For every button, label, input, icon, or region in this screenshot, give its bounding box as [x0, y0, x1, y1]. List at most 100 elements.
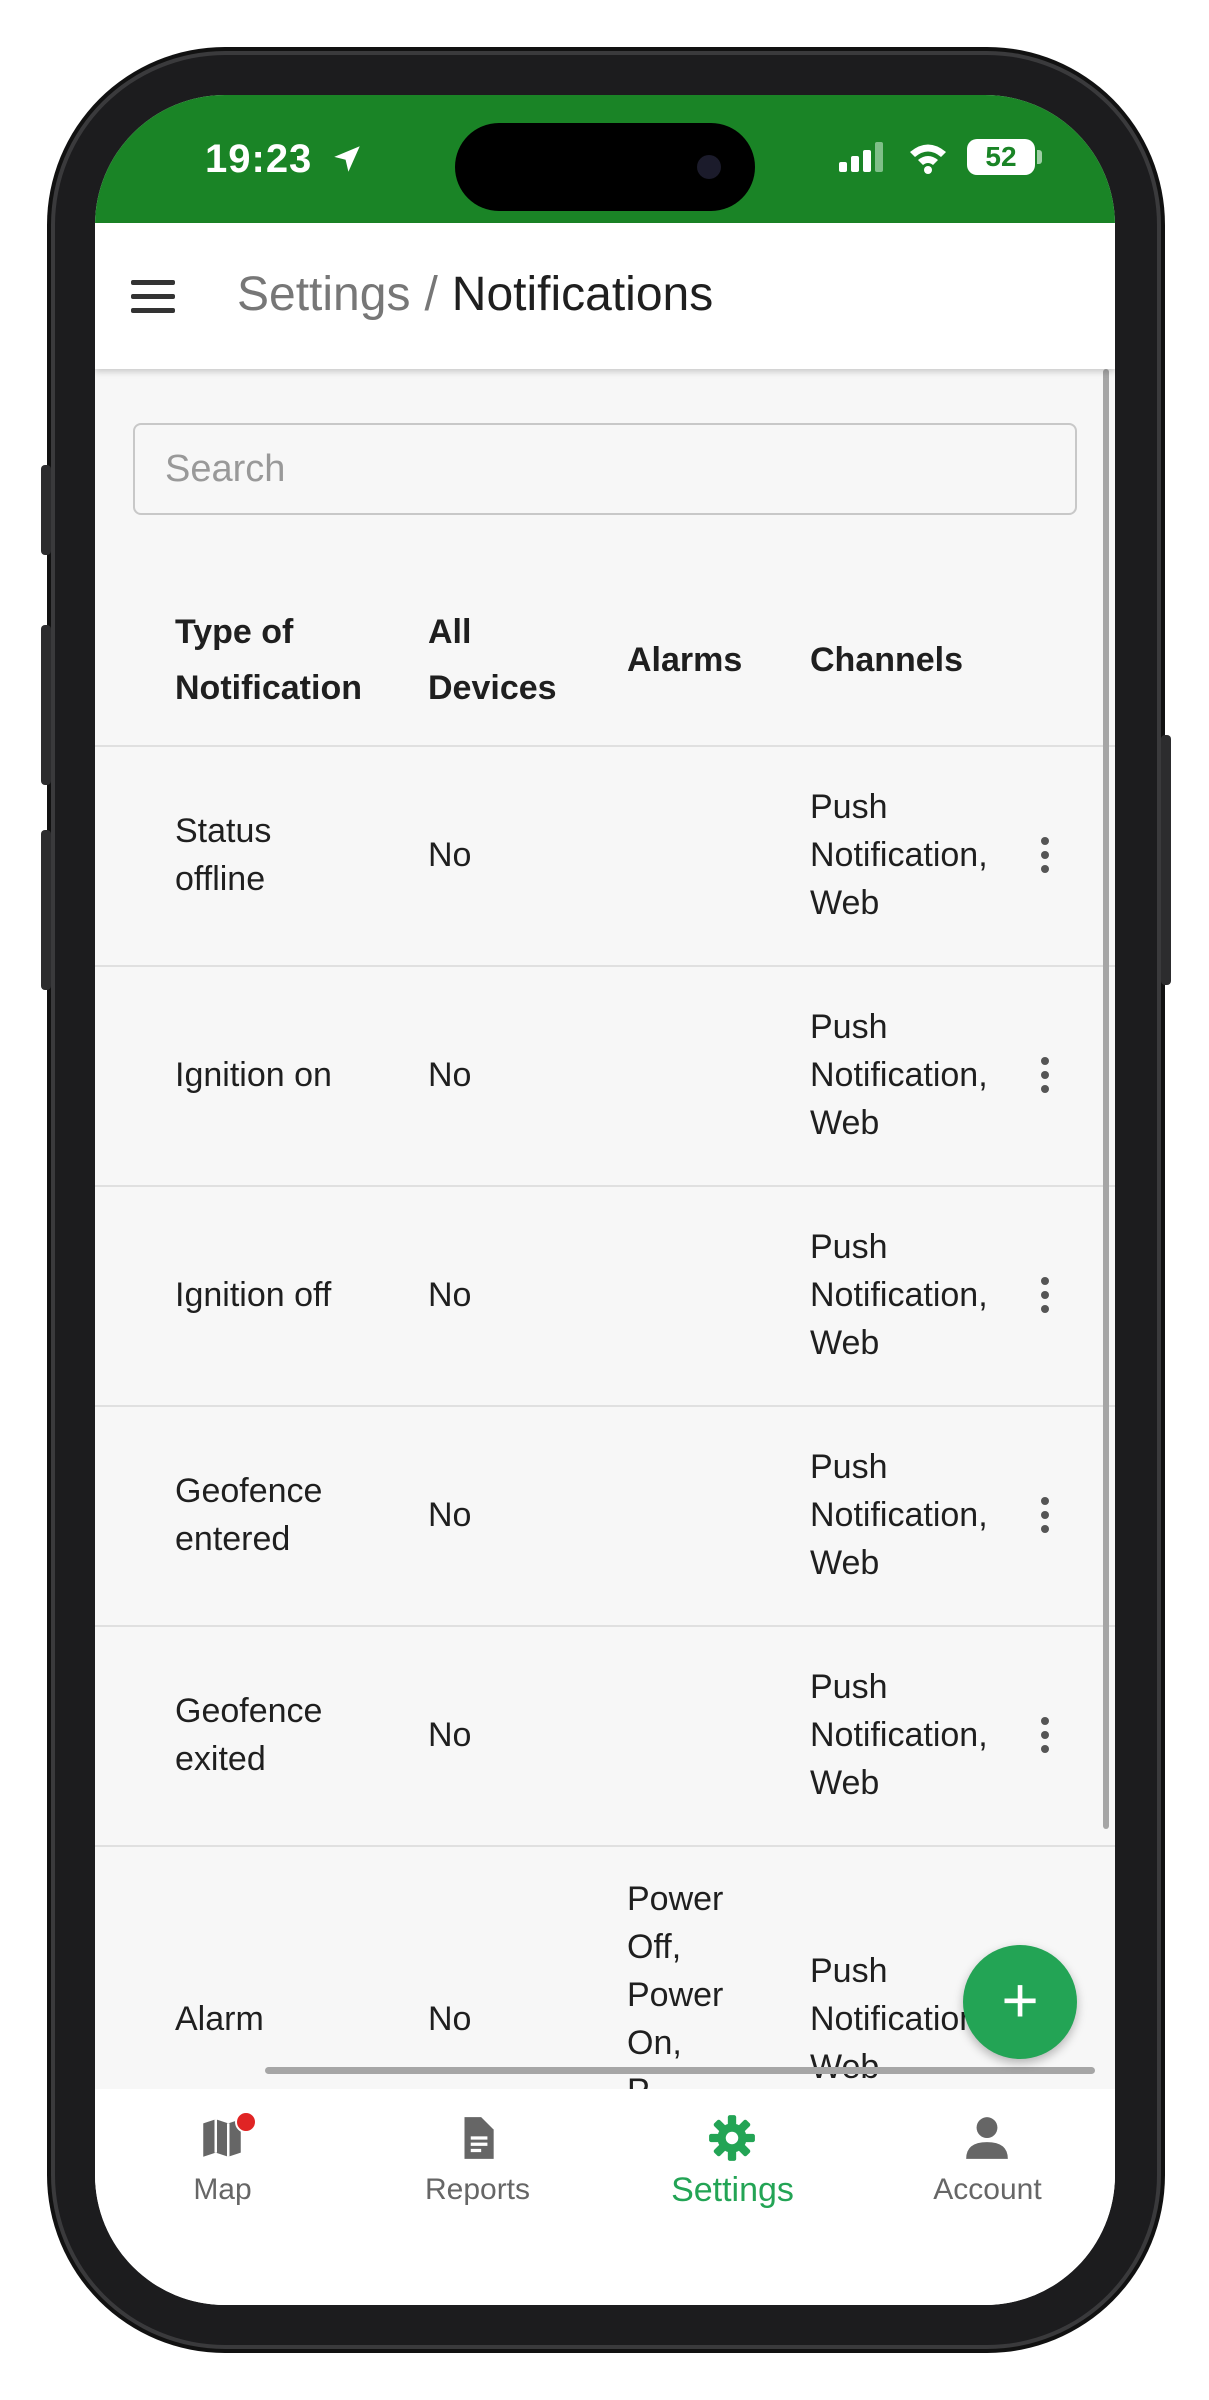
home-indicator-area: [95, 2223, 1115, 2305]
notifications-content: Type of Notification All Devices Alarms …: [95, 369, 1115, 2089]
nav-label-reports: Reports: [424, 2173, 531, 2206]
cell-channels-line: Web: [810, 1544, 880, 1582]
cell-type-line: entered: [175, 1520, 291, 1558]
status-time: 19:23: [205, 137, 364, 182]
table-header: Type of Notification All Devices Alarms …: [95, 575, 1115, 747]
cell-alarms: Power Off, Power On, P...: [627, 1875, 723, 2089]
cell-type-line: Status: [175, 812, 272, 850]
more-options-icon[interactable]: [1025, 1265, 1065, 1325]
nav-item-account[interactable]: Account: [860, 2089, 1115, 2223]
cell-channels-line: Web: [810, 1104, 880, 1142]
table-row[interactable]: Geofence exited No Push Notification, We…: [95, 1625, 1115, 1847]
cell-type-line: offline: [175, 860, 266, 898]
add-notification-button[interactable]: +: [963, 1945, 1077, 2059]
cell-channels: Push Notification, Web: [810, 783, 988, 927]
column-header-alarms[interactable]: Alarms: [627, 632, 742, 688]
nav-item-reports[interactable]: Reports: [350, 2089, 605, 2223]
breadcrumb-separator: /: [424, 268, 438, 321]
screen: 19:23 52 Settings / Notifications Search…: [95, 95, 1115, 2305]
side-button-right: [1161, 735, 1171, 985]
cell-all-devices: No: [428, 1496, 472, 1534]
document-icon: [464, 2117, 494, 2159]
table-row[interactable]: Status offline No Push Notification, Web: [95, 745, 1115, 967]
nav-label-account: Account: [933, 2173, 1042, 2206]
location-arrow-icon: [334, 146, 361, 172]
cell-channels-line: Push: [810, 1228, 888, 1266]
cell-channels-line: Notification,: [810, 1276, 988, 1314]
side-button-left-2: [41, 625, 51, 785]
cell-type-line: Ignition off: [175, 1276, 332, 1314]
cell-channels-line: Push: [810, 1952, 888, 1990]
cell-all-devices: No: [428, 2000, 472, 2038]
cell-alarms-line: Power: [627, 1880, 724, 1918]
cell-channels-line: Notification,: [810, 2000, 988, 2038]
app-bar: Settings / Notifications: [95, 223, 1115, 369]
more-options-icon[interactable]: [1025, 1485, 1065, 1545]
nav-item-map[interactable]: Map: [95, 2089, 350, 2223]
table-row[interactable]: Ignition on No Push Notification, Web: [95, 965, 1115, 1187]
person-icon: [966, 2117, 1008, 2159]
cell-type: Ignition on: [175, 1051, 332, 1099]
column-header-type[interactable]: Type of Notification: [175, 604, 362, 716]
column-header-all-devices[interactable]: All Devices: [428, 604, 557, 716]
cell-type: Geofence entered: [175, 1467, 322, 1563]
gear-icon: [709, 2115, 755, 2161]
more-options-icon[interactable]: [1025, 1045, 1065, 1105]
cell-alarms-line: Power: [627, 1976, 724, 2014]
battery-indicator: 52: [967, 139, 1042, 175]
cell-type-line: Geofence: [175, 1692, 323, 1730]
cell-type: Status offline: [175, 807, 271, 903]
column-header-channels[interactable]: Channels: [810, 632, 963, 688]
table-row[interactable]: Alarm No Power Off, Power On, P... Push …: [95, 1845, 1115, 2089]
cell-channels-line: Web: [810, 2043, 988, 2089]
table-row[interactable]: Ignition off No Push Notification, Web: [95, 1185, 1115, 1407]
cell-channels-line: Web: [810, 1764, 880, 1802]
page-title: Notifications: [451, 268, 714, 321]
hamburger-menu-icon[interactable]: [125, 261, 195, 331]
cell-all-devices: No: [428, 1276, 472, 1314]
vertical-scrollbar[interactable]: [1103, 369, 1109, 1829]
column-header-type-line2: Notification: [175, 669, 362, 707]
dynamic-island: [455, 123, 755, 211]
nav-label-settings: Settings: [671, 2171, 794, 2209]
breadcrumb-settings-link[interactable]: Settings: [237, 268, 410, 321]
cell-channels-line: Notification,: [810, 836, 988, 874]
horizontal-scrollbar[interactable]: [265, 2067, 1095, 2074]
more-options-icon[interactable]: [1025, 825, 1065, 885]
breadcrumb: Settings / Notifications: [237, 267, 713, 322]
cell-type-line: Ignition on: [175, 1056, 332, 1094]
side-button-left-1: [41, 465, 51, 555]
cell-channels-line: Push: [810, 1668, 888, 1706]
cell-type-line: Alarm: [175, 2000, 264, 2038]
cell-channels-line: Notification,: [810, 1056, 988, 1094]
cell-channels: Push Notification, Web: [810, 1223, 988, 1367]
cell-channels-line: Notification,: [810, 1716, 988, 1754]
nav-item-settings[interactable]: Settings: [605, 2089, 860, 2223]
wifi-icon: [910, 144, 946, 174]
table-row[interactable]: Geofence entered No Push Notification, W…: [95, 1405, 1115, 1627]
cell-channels-line: Notification,: [810, 1496, 988, 1534]
cell-all-devices: No: [428, 836, 472, 874]
cell-type: Geofence exited: [175, 1687, 322, 1783]
cell-channels-line: Web: [810, 884, 880, 922]
nav-label-map: Map: [193, 2173, 252, 2206]
status-icons: 52: [837, 139, 1042, 175]
cell-channels-line: Push: [810, 1008, 888, 1046]
status-bar: 19:23 52: [95, 95, 1115, 223]
cell-all-devices: No: [428, 1716, 472, 1754]
cell-alarms-line: On,: [627, 2024, 682, 2062]
bottom-navigation: Map Reports Settings Account: [95, 2089, 1115, 2223]
cell-type-line: Geofence: [175, 1472, 323, 1510]
camera-lens: [697, 155, 721, 179]
cell-alarms-line: Off,: [627, 1928, 682, 1966]
cell-type: Ignition off: [175, 1271, 331, 1319]
cell-channels-line: Web: [810, 1324, 880, 1362]
status-time-text: 19:23: [205, 137, 313, 181]
column-header-type-line1: Type of: [175, 613, 294, 651]
more-options-icon[interactable]: [1025, 1705, 1065, 1765]
cell-channels: Push Notification, Web: [810, 1443, 988, 1587]
search-input[interactable]: [133, 423, 1077, 515]
cell-channels-line: Push: [810, 788, 888, 826]
column-header-all-devices-line2: Devices: [428, 669, 557, 707]
notification-badge: [235, 2111, 257, 2133]
